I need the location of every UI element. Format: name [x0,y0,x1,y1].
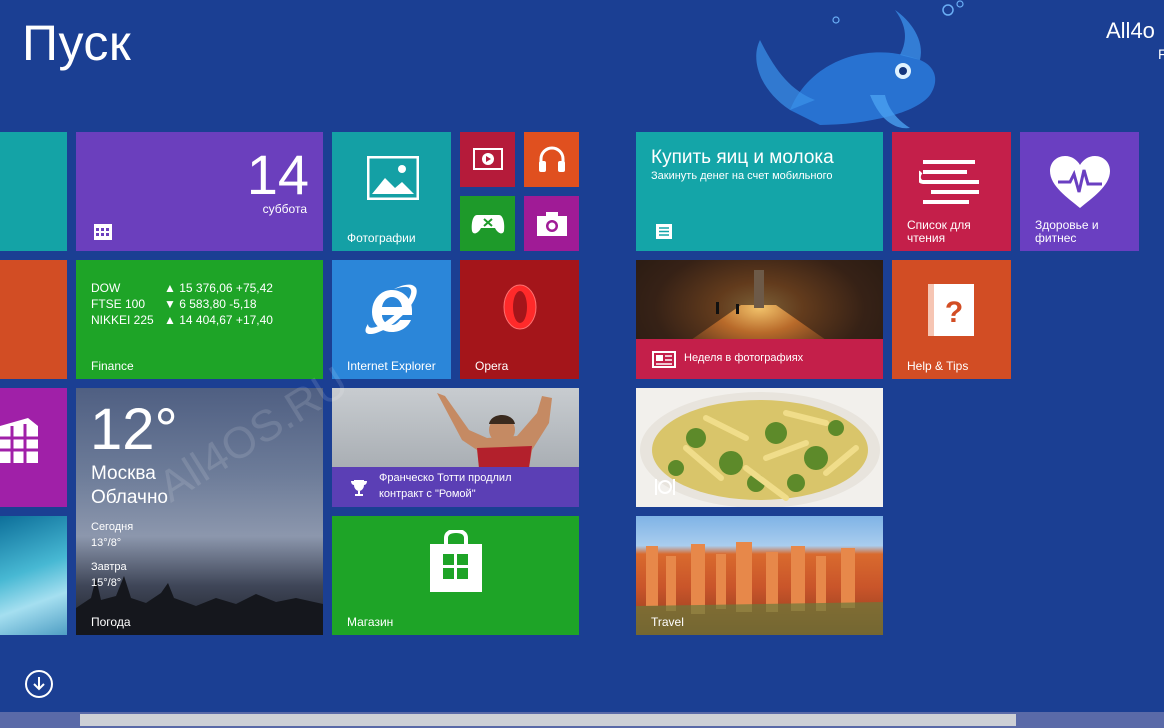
news-strip: Неделя в фотографиях [636,339,883,379]
sport-headline-line2: контракт с "Ромой" [379,488,476,500]
trophy-icon [351,480,367,496]
weather-condition: Облачно [91,487,169,508]
photos-label: Фотографии [347,231,416,245]
weather-tomorrow-value: 15°/8° [91,577,122,589]
grid-app-icon [0,418,38,463]
calendar-weekday: суббота [262,202,307,216]
camera-icon [537,212,567,236]
fish-background-image [756,0,964,129]
weather-today-value: 13°/8° [91,537,122,549]
finance-tile[interactable]: DOW ▲ 15 376,06 +75,42 FTSE 100 ▼ 6 583,80… [76,260,323,379]
reminder-title: Купить яиц и молока [651,147,834,168]
calendar-day: 14 [246,143,309,206]
notes-icon [656,224,672,239]
partial-tile-orange[interactable] [0,260,67,379]
opera-tile[interactable]: Opera [460,260,579,379]
help-book-icon: ? [928,284,974,336]
partial-tile-teal[interactable] [0,132,67,251]
finance-row: DOW ▲ 15 376,06 +75,42 [91,281,273,295]
photos-tile[interactable]: Фотографии [332,132,451,251]
news-icon [652,351,676,368]
travel-label: Travel [651,615,684,629]
fork-knife-icon [655,479,675,495]
store-label: Магазин [347,615,394,629]
games-tile[interactable] [460,196,515,251]
weather-city: Москва [91,463,156,484]
footballer-photo [437,393,552,468]
internet-explorer-label: Internet Explorer [347,359,436,373]
camera-tile[interactable] [524,196,579,251]
reading-list-icon [919,160,979,204]
reading-list-tile[interactable]: Список для чтения [892,132,1011,251]
start-title: Пуск [22,15,132,71]
video-icon [473,148,503,170]
svg-text:?: ? [945,296,963,329]
calendar-tile[interactable]: 14 суббота [76,132,323,251]
account-subtitle: F [1158,46,1164,62]
finance-row: NIKKEI 225 ▲ 14 404,67 +17,40 [91,313,273,327]
opera-icon [503,284,537,330]
internet-explorer-icon [365,284,417,335]
reminder-subtitle: Закинуть денег на счет мобильного [651,170,833,182]
finance-label: Finance [91,359,134,373]
reminder-tile[interactable]: Купить яиц и молока Закинуть денег на сч… [636,132,883,251]
video-tile[interactable] [460,132,515,187]
heart-pulse-icon [1050,156,1110,208]
all-apps-button[interactable] [25,670,53,698]
weather-temperature: 12° [90,397,178,462]
sport-headline-strip: Франческо Тотти продлил контракт с "Ромо… [332,467,579,507]
store-bag-icon [430,530,482,592]
photos-icon [367,156,419,200]
calendar-icon [94,224,112,240]
weather-label: Погода [91,615,131,629]
partial-tile-magenta[interactable] [0,388,67,507]
reading-list-label: Список для чтения [907,218,971,245]
music-tile[interactable] [524,132,579,187]
opera-label: Opera [475,359,509,373]
account-name[interactable]: All4o [1106,18,1155,44]
health-tile[interactable]: Здоровье и фитнес [1020,132,1139,251]
sport-tile[interactable]: Франческо Тотти продлил контракт с "Ромо… [332,388,579,507]
travel-tile[interactable]: Travel [636,516,883,635]
gamepad-icon [471,215,505,234]
horizontal-scrollbar[interactable] [0,712,1164,728]
store-tile[interactable]: Магазин [332,516,579,635]
news-tile[interactable]: Неделя в фотографиях [636,260,883,379]
internet-explorer-tile[interactable]: Internet Explorer [332,260,451,379]
help-tips-label: Help & Tips [907,359,969,373]
arrow-down-icon [33,677,45,691]
health-label: Здоровье и фитнес [1035,218,1099,245]
tunnel-photo [636,260,883,340]
weather-today-label: Сегодня [91,521,134,533]
food-tile[interactable] [636,388,883,507]
help-tips-tile[interactable]: ? Help & Tips [892,260,1011,379]
headphones-icon [539,146,565,172]
weather-tomorrow-label: Завтра [91,561,127,573]
finance-row: FTSE 100 ▼ 6 583,80 -5,18 [91,297,257,311]
partial-tile-desktop[interactable] [0,516,67,635]
scrollbar-thumb[interactable] [80,714,1016,726]
news-label: Неделя в фотографиях [684,352,804,364]
sport-headline-line1: Франческо Тотти продлил [379,472,512,484]
